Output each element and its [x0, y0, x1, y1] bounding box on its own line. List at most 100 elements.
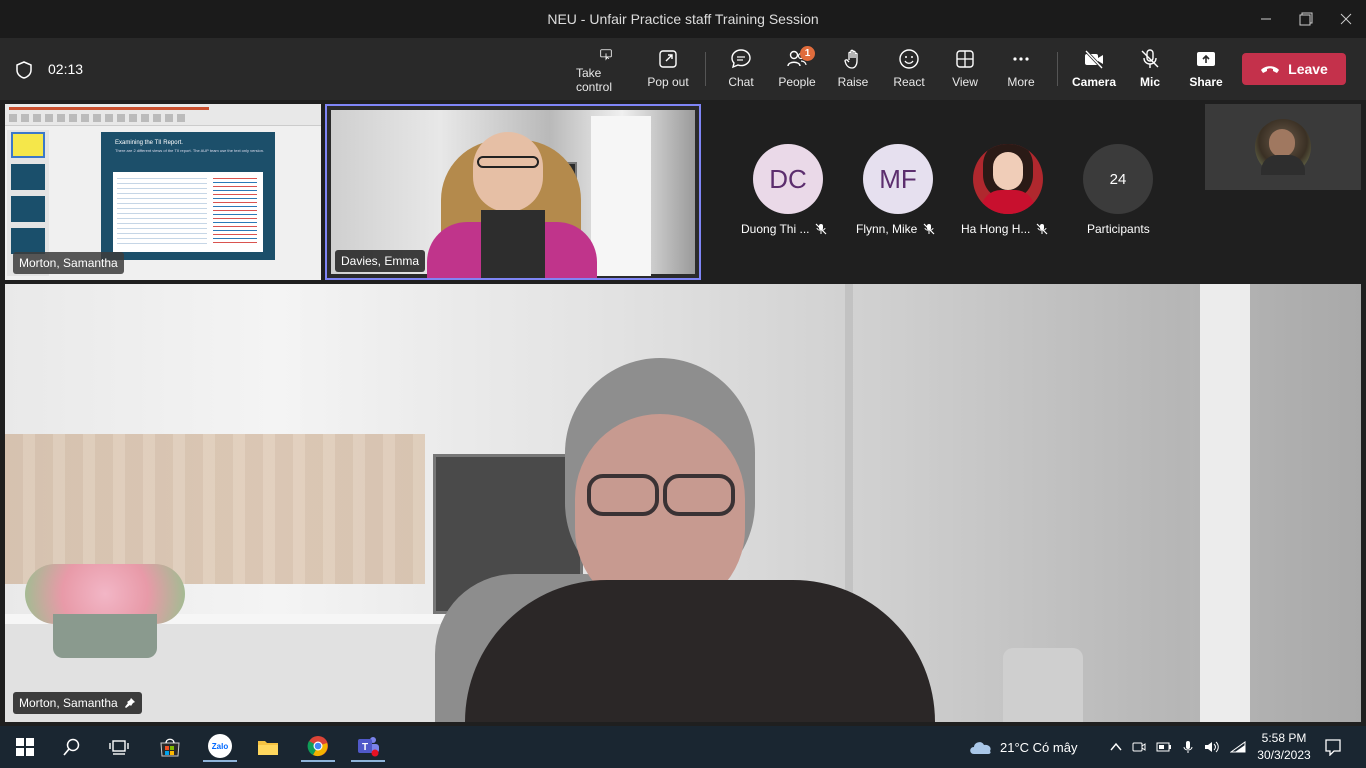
task-view-button[interactable] [102, 732, 136, 762]
search-icon [63, 738, 80, 756]
chrome-app-button[interactable] [301, 732, 335, 762]
meeting-stage: Examining the TII Report. There are 2 di… [0, 100, 1366, 726]
weather-widget[interactable]: 21°C Có mây [968, 726, 1077, 768]
react-button[interactable]: React [892, 48, 926, 94]
video-tile-davies-emma[interactable]: Davies, Emma [325, 104, 701, 280]
pop-out-icon [659, 50, 677, 68]
search-button[interactable] [55, 732, 89, 762]
pin-icon [124, 698, 135, 708]
avatar-initials: MF [879, 163, 917, 194]
avatar[interactable]: DC [753, 144, 823, 214]
toolbar-divider [1057, 52, 1058, 86]
leave-label: Leave [1288, 61, 1328, 77]
muted-mic-icon [816, 223, 827, 235]
window-title: NEU - Unfair Practice staff Training Ses… [547, 11, 819, 27]
camera-label: Camera [1071, 75, 1117, 89]
chevron-up-icon[interactable] [1110, 741, 1122, 753]
participant-count-label-wrap: Participants [1087, 222, 1150, 236]
restore-icon [1299, 12, 1313, 26]
screen-share-tile[interactable]: Examining the TII Report. There are 2 di… [5, 104, 321, 280]
store-app-button[interactable] [153, 732, 187, 762]
share-label: Share [1189, 75, 1223, 89]
speaker-icon[interactable] [1204, 740, 1220, 754]
slide-report-image [113, 172, 263, 252]
share-button[interactable]: Share [1188, 48, 1224, 94]
pop-out-label: Pop out [647, 75, 689, 89]
raise-hand-button[interactable]: Raise [836, 48, 870, 94]
weather-text: 21°C Có mây [1000, 739, 1078, 755]
chat-icon [731, 49, 751, 69]
zalo-app-button[interactable]: Zalo [203, 732, 237, 762]
minimize-icon [1261, 18, 1271, 20]
people-label: People [778, 75, 816, 89]
view-label: View [952, 75, 978, 89]
camera-button[interactable]: Camera [1071, 48, 1117, 94]
video-name-tag: Davies, Emma [335, 250, 426, 272]
windows-taskbar: Zalo T 21°C Có mây 5:58 PM 30/3/2023 [0, 726, 1366, 768]
participant-label: Ha Hong H... [961, 222, 1048, 236]
chat-button[interactable]: Chat [724, 48, 758, 94]
participant-name: Morton, Samantha [19, 696, 118, 710]
more-button[interactable]: More [1004, 48, 1038, 94]
chat-label: Chat [728, 75, 754, 89]
camera-off-icon [1084, 49, 1104, 70]
hang-up-icon [1261, 66, 1280, 73]
participant-count-label: Participants [1087, 222, 1150, 236]
leave-button[interactable]: Leave [1242, 53, 1346, 85]
take-control-label: Take control [576, 66, 613, 94]
meeting-toolbar: 02:13 Take control Pop out Chat 1 People… [0, 38, 1366, 100]
main-video-name-tag: Morton, Samantha [13, 692, 142, 714]
zalo-icon: Zalo [208, 734, 232, 758]
participant-label: Duong Thi ... [741, 222, 827, 236]
grid-view-icon [956, 50, 974, 68]
participant-count: 24 [1109, 170, 1127, 188]
restore-button[interactable] [1286, 0, 1326, 38]
participant-name: Ha Hong H... [961, 222, 1031, 236]
screen-share-name-tag: Morton, Samantha [13, 252, 124, 274]
clock-date: 30/3/2023 [1257, 748, 1311, 762]
minimize-button[interactable] [1246, 0, 1286, 38]
view-button[interactable]: View [948, 48, 982, 94]
avatar-photo[interactable] [973, 144, 1043, 214]
camera-tray-icon[interactable] [1132, 740, 1146, 754]
battery-icon[interactable] [1156, 740, 1172, 754]
participant-name: Davies, Emma [341, 254, 420, 268]
mic-button[interactable]: Mic [1134, 48, 1166, 94]
participant-count-button[interactable]: 24 [1083, 144, 1153, 214]
wifi-icon[interactable] [1230, 740, 1246, 754]
mic-label: Mic [1139, 75, 1160, 89]
close-icon [1340, 13, 1352, 25]
muted-mic-icon [923, 223, 935, 235]
take-control-icon [600, 49, 612, 61]
smiley-icon [899, 49, 919, 69]
self-avatar [1255, 119, 1311, 175]
file-explorer-button[interactable] [251, 732, 285, 762]
pop-out-button[interactable]: Pop out [646, 48, 690, 94]
muted-mic-icon [1036, 223, 1048, 235]
title-bar: NEU - Unfair Practice staff Training Ses… [0, 0, 1366, 38]
participant-label: Flynn, Mike [856, 222, 935, 236]
more-options-icon [1013, 57, 1029, 61]
notifications-button[interactable] [1324, 726, 1342, 768]
take-control-button[interactable]: Take control [576, 48, 636, 94]
microphone-tray-icon[interactable] [1182, 740, 1194, 754]
shield-icon [16, 61, 32, 79]
main-video-tile[interactable]: Morton, Samantha [5, 284, 1361, 722]
powerpoint-ribbon [5, 104, 321, 126]
notification-icon [1325, 739, 1341, 756]
participant-name: Duong Thi ... [741, 222, 810, 236]
slide-body: There are 2 different views of the TII r… [115, 148, 265, 153]
people-button[interactable]: 1 People [778, 46, 816, 94]
windows-logo-icon [16, 738, 34, 756]
chrome-icon [307, 736, 328, 757]
avatar-initials: DC [769, 163, 807, 194]
clock[interactable]: 5:58 PM 30/3/2023 [1253, 726, 1315, 768]
people-badge: 1 [800, 46, 815, 61]
self-view-tile[interactable] [1205, 104, 1361, 190]
teams-app-button[interactable]: T [351, 732, 385, 762]
current-slide: Examining the TII Report. There are 2 di… [101, 132, 275, 260]
start-button[interactable] [8, 732, 42, 762]
toolbar-divider [705, 52, 706, 86]
close-button[interactable] [1326, 0, 1366, 38]
avatar[interactable]: MF [863, 144, 933, 214]
